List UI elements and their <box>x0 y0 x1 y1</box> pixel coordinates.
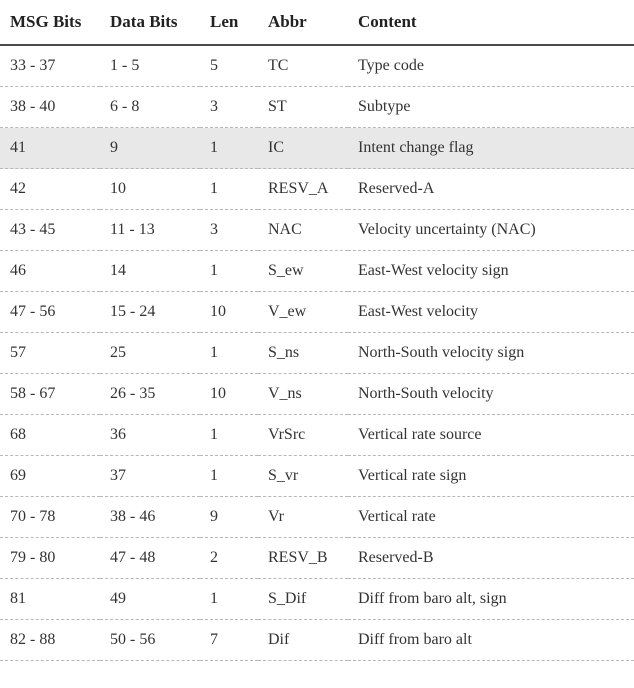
cell-content: Reserved-A <box>348 169 634 210</box>
cell-len: 9 <box>200 497 258 538</box>
cell-content: East-West velocity <box>348 292 634 333</box>
cell-data: 38 - 46 <box>100 497 200 538</box>
table-row: 69371S_vrVertical rate sign <box>0 456 634 497</box>
cell-content: North-South velocity sign <box>348 333 634 374</box>
cell-msg: 33 - 37 <box>0 45 100 87</box>
cell-len: 1 <box>200 333 258 374</box>
cell-msg: 46 <box>0 251 100 292</box>
cell-msg: 82 - 88 <box>0 620 100 661</box>
cell-data: 1 - 5 <box>100 45 200 87</box>
table-row: 47 - 5615 - 2410V_ewEast-West velocity <box>0 292 634 333</box>
cell-abbr: VrSrc <box>258 415 348 456</box>
cell-abbr: TC <box>258 45 348 87</box>
cell-data: 14 <box>100 251 200 292</box>
cell-content: Type code <box>348 45 634 87</box>
bit-field-table: MSG Bits Data Bits Len Abbr Content 33 -… <box>0 0 634 661</box>
cell-abbr: S_ns <box>258 333 348 374</box>
cell-abbr: IC <box>258 128 348 169</box>
cell-data: 15 - 24 <box>100 292 200 333</box>
cell-content: Subtype <box>348 87 634 128</box>
cell-msg: 69 <box>0 456 100 497</box>
cell-len: 1 <box>200 456 258 497</box>
cell-data: 6 - 8 <box>100 87 200 128</box>
cell-content: Vertical rate sign <box>348 456 634 497</box>
table-row: 38 - 406 - 83STSubtype <box>0 87 634 128</box>
cell-content: North-South velocity <box>348 374 634 415</box>
header-len: Len <box>200 0 258 45</box>
cell-content: Intent change flag <box>348 128 634 169</box>
cell-content: Diff from baro alt, sign <box>348 579 634 620</box>
cell-len: 1 <box>200 169 258 210</box>
cell-abbr: ST <box>258 87 348 128</box>
table-row: 4191ICIntent change flag <box>0 128 634 169</box>
cell-len: 1 <box>200 251 258 292</box>
table-row: 42101RESV_AReserved-A <box>0 169 634 210</box>
header-abbr: Abbr <box>258 0 348 45</box>
cell-len: 10 <box>200 292 258 333</box>
cell-abbr: NAC <box>258 210 348 251</box>
cell-data: 47 - 48 <box>100 538 200 579</box>
cell-data: 9 <box>100 128 200 169</box>
cell-msg: 79 - 80 <box>0 538 100 579</box>
cell-msg: 38 - 40 <box>0 87 100 128</box>
table-row: 68361VrSrcVertical rate source <box>0 415 634 456</box>
cell-len: 1 <box>200 128 258 169</box>
cell-abbr: V_ew <box>258 292 348 333</box>
cell-data: 37 <box>100 456 200 497</box>
cell-content: Diff from baro alt <box>348 620 634 661</box>
cell-abbr: S_Dif <box>258 579 348 620</box>
cell-msg: 70 - 78 <box>0 497 100 538</box>
cell-msg: 81 <box>0 579 100 620</box>
cell-abbr: S_vr <box>258 456 348 497</box>
cell-content: Vertical rate source <box>348 415 634 456</box>
cell-msg: 43 - 45 <box>0 210 100 251</box>
cell-msg: 41 <box>0 128 100 169</box>
table-header-row: MSG Bits Data Bits Len Abbr Content <box>0 0 634 45</box>
cell-len: 1 <box>200 579 258 620</box>
header-msg-bits: MSG Bits <box>0 0 100 45</box>
cell-content: Velocity uncertainty (NAC) <box>348 210 634 251</box>
header-content: Content <box>348 0 634 45</box>
cell-abbr: S_ew <box>258 251 348 292</box>
cell-content: Reserved-B <box>348 538 634 579</box>
cell-len: 2 <box>200 538 258 579</box>
table-row: 79 - 8047 - 482RESV_BReserved-B <box>0 538 634 579</box>
table-row: 82 - 8850 - 567DifDiff from baro alt <box>0 620 634 661</box>
cell-len: 10 <box>200 374 258 415</box>
table-row: 43 - 4511 - 133NACVelocity uncertainty (… <box>0 210 634 251</box>
cell-data: 26 - 35 <box>100 374 200 415</box>
cell-data: 50 - 56 <box>100 620 200 661</box>
cell-len: 1 <box>200 415 258 456</box>
cell-msg: 58 - 67 <box>0 374 100 415</box>
cell-len: 7 <box>200 620 258 661</box>
cell-abbr: RESV_B <box>258 538 348 579</box>
cell-data: 11 - 13 <box>100 210 200 251</box>
cell-data: 36 <box>100 415 200 456</box>
cell-abbr: Dif <box>258 620 348 661</box>
cell-msg: 57 <box>0 333 100 374</box>
cell-data: 10 <box>100 169 200 210</box>
cell-data: 25 <box>100 333 200 374</box>
table-row: 58 - 6726 - 3510V_nsNorth-South velocity <box>0 374 634 415</box>
header-data-bits: Data Bits <box>100 0 200 45</box>
cell-content: Vertical rate <box>348 497 634 538</box>
cell-data: 49 <box>100 579 200 620</box>
cell-abbr: V_ns <box>258 374 348 415</box>
table-row: 33 - 371 - 55TCType code <box>0 45 634 87</box>
cell-abbr: RESV_A <box>258 169 348 210</box>
cell-content: East-West velocity sign <box>348 251 634 292</box>
cell-msg: 42 <box>0 169 100 210</box>
table-row: 46141S_ewEast-West velocity sign <box>0 251 634 292</box>
cell-msg: 68 <box>0 415 100 456</box>
table-row: 81491S_DifDiff from baro alt, sign <box>0 579 634 620</box>
cell-len: 3 <box>200 87 258 128</box>
cell-msg: 47 - 56 <box>0 292 100 333</box>
table-row: 57251S_nsNorth-South velocity sign <box>0 333 634 374</box>
table-row: 70 - 7838 - 469VrVertical rate <box>0 497 634 538</box>
cell-len: 5 <box>200 45 258 87</box>
cell-abbr: Vr <box>258 497 348 538</box>
cell-len: 3 <box>200 210 258 251</box>
